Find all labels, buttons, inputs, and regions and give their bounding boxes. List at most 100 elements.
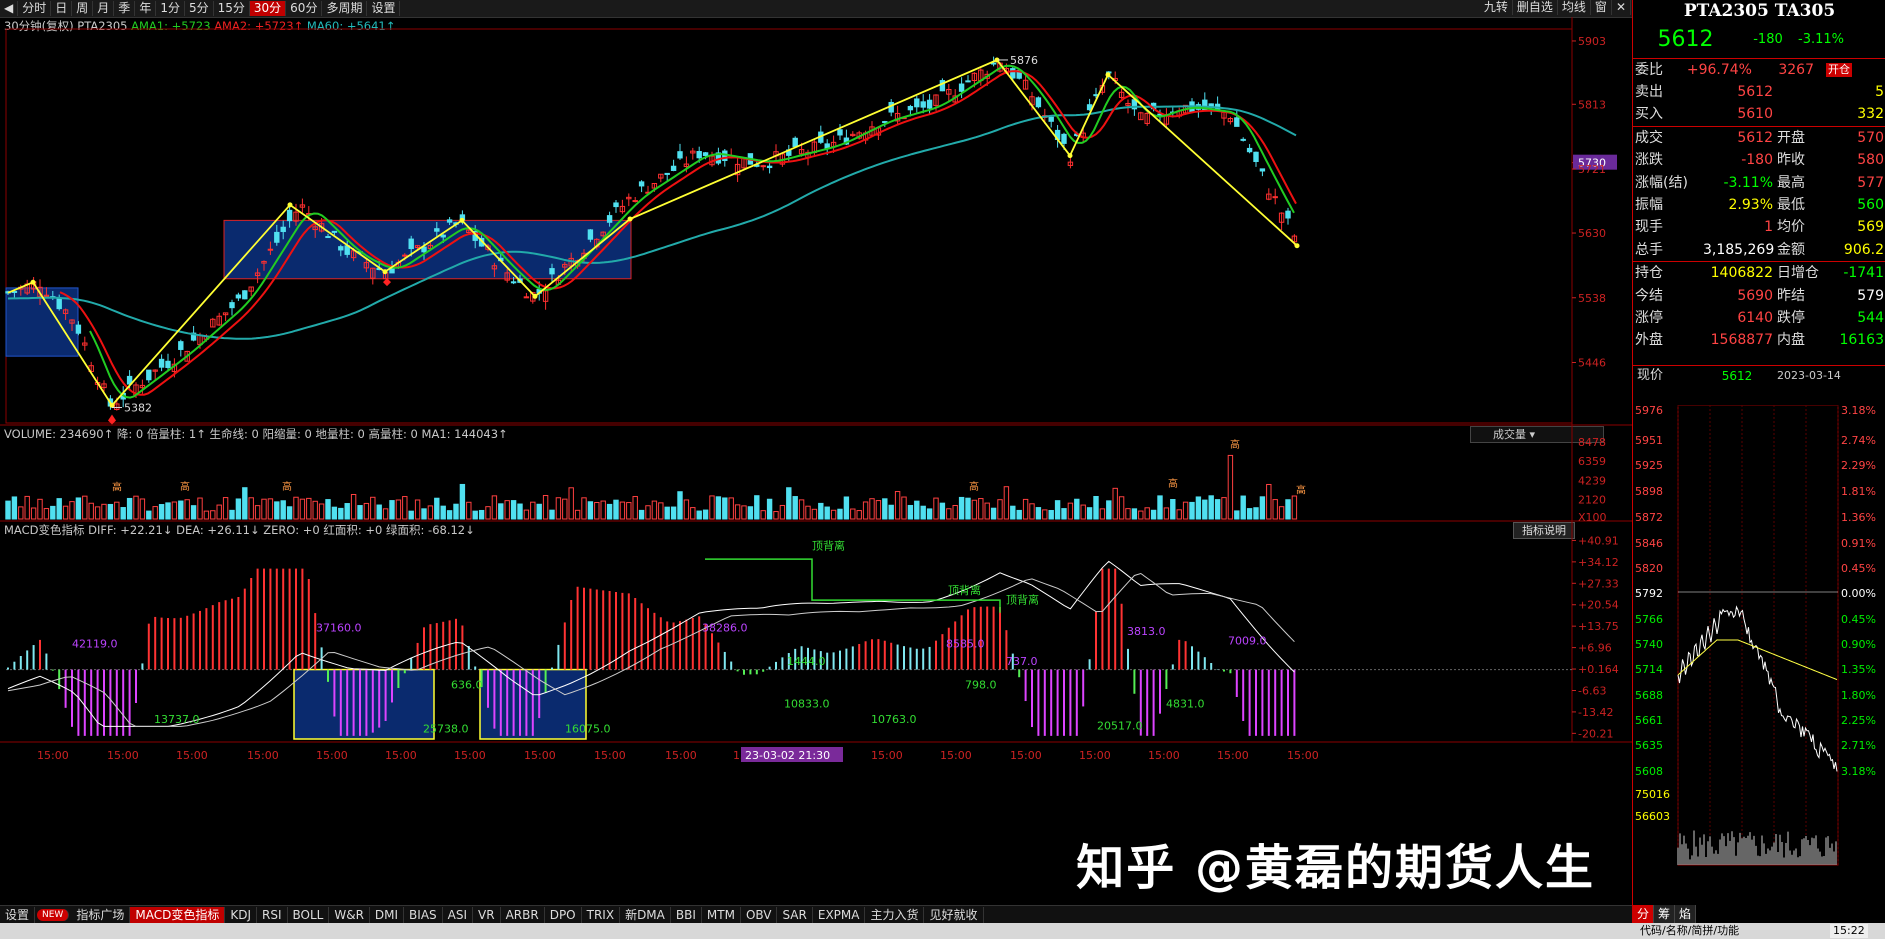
- tool-0[interactable]: 九转: [1479, 0, 1513, 15]
- macd-area-label: 13737.0: [154, 713, 200, 726]
- indicator-tab-20[interactable]: EXPMA: [813, 907, 866, 923]
- tab-period-4[interactable]: 季: [114, 1, 136, 16]
- tab-period-8[interactable]: 15分: [214, 1, 250, 16]
- indicator-tab-6[interactable]: BOLL: [288, 907, 330, 923]
- indicator-tab-7[interactable]: W&R: [329, 907, 370, 923]
- indicator-tab-19[interactable]: SAR: [777, 907, 813, 923]
- tab-period-7[interactable]: 5分: [185, 1, 214, 16]
- tab-period-0[interactable]: 分时: [18, 1, 52, 16]
- volume-bar: [242, 487, 248, 520]
- quote-label: 日增仓: [1777, 265, 1819, 282]
- volume-bar: [702, 509, 709, 520]
- volume-bar: [267, 498, 274, 520]
- search-hint[interactable]: 代码/名称/简拼/功能: [1640, 924, 1739, 938]
- time-tick-label: 15:00: [1287, 749, 1319, 762]
- tool-2[interactable]: 均线: [1557, 0, 1591, 15]
- high-price-label: 5876: [1010, 54, 1038, 67]
- time-tick-label: 15:00: [385, 749, 417, 762]
- candle-body: [1048, 116, 1054, 122]
- chart-area[interactable]: 30分钟(复权) PTA2305 AMA1: +5723 AMA2: +5723…: [0, 17, 1632, 887]
- volume-bar: [1221, 497, 1227, 520]
- side-tab-1[interactable]: 筹: [1654, 905, 1675, 923]
- quote-label: 均价: [1777, 219, 1805, 236]
- volume-bar: [427, 505, 434, 520]
- volume-bar: [421, 508, 427, 520]
- tab-period-5[interactable]: 年: [135, 1, 157, 16]
- indicator-tab-22[interactable]: 见好就收: [924, 907, 984, 923]
- indicator-tab-15[interactable]: 新DMA: [620, 907, 671, 923]
- zigzag-node: [532, 293, 538, 299]
- volume-bar: [478, 509, 485, 520]
- volume-bar: [952, 505, 958, 520]
- mini-right-label: 0.00%: [1841, 587, 1876, 600]
- quote-value: 560: [1857, 196, 1884, 213]
- tab-period-10[interactable]: 60分: [286, 1, 323, 16]
- toolbar-back-icon[interactable]: ◀: [0, 1, 19, 16]
- macd-tick-label: +0.164: [1578, 663, 1619, 676]
- indicator-tab-3[interactable]: MACD变色指标: [130, 907, 226, 923]
- side-tab-2[interactable]: 焰: [1675, 905, 1696, 923]
- tab-period-6[interactable]: 1分: [156, 1, 185, 16]
- candle-body: [434, 228, 440, 232]
- divergence-label: 顶背离: [812, 539, 845, 553]
- macd-area-label: 798.0: [965, 679, 997, 692]
- tab-period-9[interactable]: 30分: [249, 1, 287, 16]
- high-volume-marker: 高: [282, 480, 292, 493]
- indicator-tab-11[interactable]: VR: [473, 907, 501, 923]
- mini-right-label: 1.36%: [1841, 511, 1876, 524]
- volume-bar: [1112, 487, 1118, 520]
- price-tick-label: 5630: [1578, 227, 1606, 240]
- volume-bar: [779, 504, 786, 520]
- indicator-tab-1[interactable]: NEW: [37, 909, 70, 921]
- indicator-tab-16[interactable]: BBI: [671, 907, 702, 923]
- time-tick-label: 15:00: [665, 749, 697, 762]
- volume-bar: [318, 503, 325, 520]
- price-tick-label: 5903: [1578, 35, 1606, 48]
- indicator-tab-8[interactable]: DMI: [370, 907, 405, 923]
- quote-label: [1773, 103, 1822, 125]
- indicator-tab-13[interactable]: DPO: [545, 907, 582, 923]
- tab-period-12[interactable]: 设置: [367, 1, 401, 16]
- quote-value: 3,185,269: [1703, 241, 1775, 258]
- intraday-mini-chart[interactable]: 5976 5951 5925 5898 5872 5846 5820 5792 5766 5740…: [1633, 405, 1885, 905]
- indicator-tab-0[interactable]: 设置: [0, 907, 36, 923]
- quote-value: 5690: [1737, 287, 1773, 304]
- mini-left-label: 5820: [1635, 562, 1663, 575]
- indicator-tab-14[interactable]: TRIX: [582, 907, 621, 923]
- side-tab-0[interactable]: 分: [1633, 905, 1654, 923]
- indicator-tab-21[interactable]: 主力入货: [865, 907, 925, 923]
- macd-area-label: 636.0: [451, 679, 483, 692]
- volume-bar: [171, 501, 178, 520]
- tool-4[interactable]: ✕: [1611, 0, 1631, 15]
- indicator-tab-18[interactable]: OBV: [741, 907, 778, 923]
- quote-label: 今结: [1635, 287, 1663, 304]
- indicator-tab-2[interactable]: 指标广场: [71, 907, 131, 923]
- zigzag-node: [1105, 72, 1111, 78]
- indicator-tab-17[interactable]: MTM: [702, 907, 741, 923]
- volume-bar: [869, 498, 875, 520]
- quote-label: 买入: [1635, 106, 1663, 123]
- candle-body: [446, 219, 453, 223]
- volume-bar: [664, 506, 670, 520]
- tool-1[interactable]: 删自选: [1512, 0, 1558, 15]
- tab-period-11[interactable]: 多周期: [322, 1, 368, 16]
- volume-bar: [280, 500, 286, 520]
- quote-row-0: 卖出 5612 5: [1633, 81, 1885, 103]
- tool-3[interactable]: 窗: [1590, 0, 1612, 15]
- volume-bar: [632, 496, 638, 520]
- indicator-tab-12[interactable]: ARBR: [501, 907, 545, 923]
- kline-chart-svg[interactable]: 5903581357305721563055385446587653828478…: [0, 17, 1632, 887]
- quote-label: 内盘: [1777, 332, 1805, 349]
- indicator-tab-4[interactable]: KDJ: [225, 907, 257, 923]
- candle-body: [606, 215, 613, 223]
- tab-period-3[interactable]: 月: [93, 1, 115, 16]
- indicator-tab-5[interactable]: RSI: [257, 907, 288, 923]
- volume-bar: [958, 496, 965, 520]
- indicator-tab-9[interactable]: BIAS: [404, 907, 443, 923]
- indicator-tab-10[interactable]: ASI: [443, 907, 474, 923]
- mini-left-label: 5898: [1635, 485, 1663, 498]
- quote-label: 成交: [1635, 129, 1663, 146]
- tab-period-2[interactable]: 周: [72, 1, 94, 16]
- tab-period-1[interactable]: 日: [51, 1, 73, 16]
- volume-bar: [920, 505, 926, 520]
